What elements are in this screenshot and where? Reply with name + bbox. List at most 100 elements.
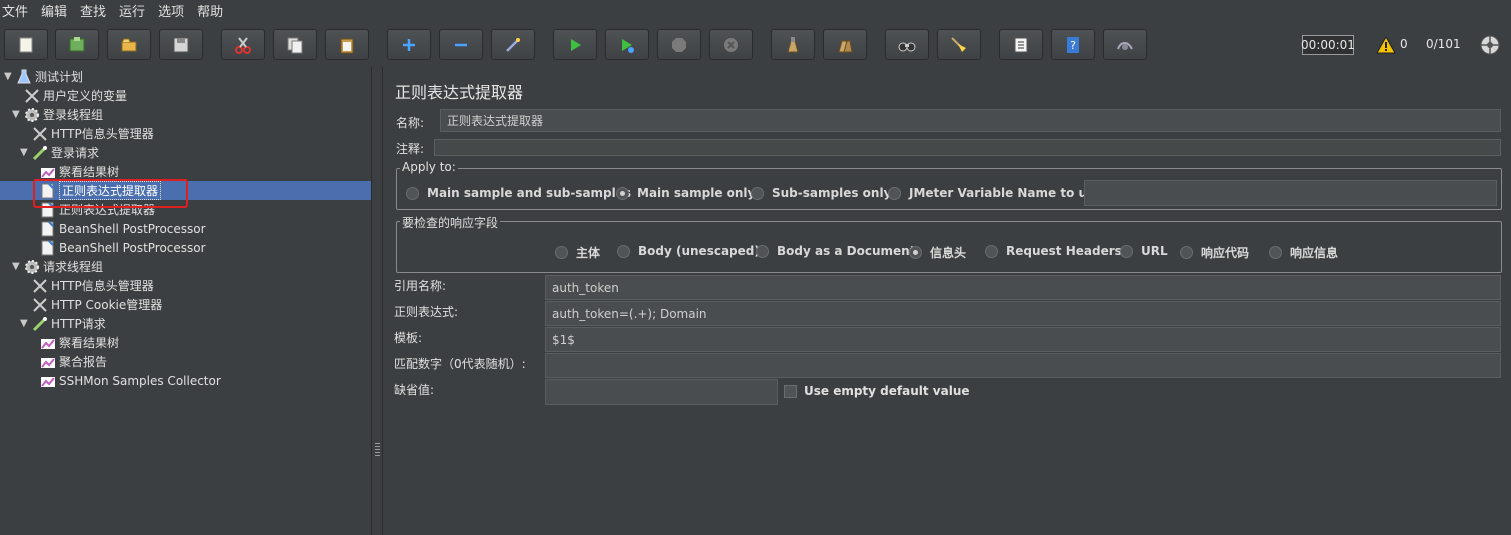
menu-edit[interactable]: 编辑 xyxy=(41,1,67,20)
radio-body-as-document[interactable]: Body as a Document xyxy=(756,244,915,258)
panel-splitter[interactable] xyxy=(371,67,383,535)
use-empty-default-checkbox[interactable] xyxy=(784,385,797,398)
annotation-highlight-box xyxy=(33,179,188,208)
function-helper-button[interactable] xyxy=(999,29,1043,60)
tree-node-results-tree-2[interactable]: 察看结果树 xyxy=(40,333,119,352)
jmeter-var-field[interactable] xyxy=(1084,180,1497,206)
radio-body-unescaped[interactable]: Body (unescaped) xyxy=(617,244,760,258)
radio-response-message[interactable]: 响应信息 xyxy=(1269,244,1338,261)
expand-button[interactable] xyxy=(387,29,431,60)
new-button[interactable] xyxy=(4,29,48,60)
tree-node-user-vars[interactable]: 用户定义的变量 xyxy=(24,86,127,105)
tree-node-beanshell-1[interactable]: BeanShell PostProcessor xyxy=(40,219,206,238)
remote-button[interactable] xyxy=(1103,29,1147,60)
tree-node-label: BeanShell PostProcessor xyxy=(59,221,206,236)
regex-field[interactable]: auth_token=(.+); Domain xyxy=(545,301,1501,326)
listener-icon xyxy=(41,338,55,349)
splitter-grip-icon[interactable] xyxy=(375,443,380,457)
template-label: 模板: xyxy=(394,331,423,345)
start-button[interactable] xyxy=(553,29,597,60)
radio-dot-icon xyxy=(406,186,419,200)
tree-node-cookie-manager[interactable]: HTTP Cookie管理器 xyxy=(32,295,162,314)
expand-toggle-icon[interactable]: ▼ xyxy=(20,147,30,158)
listener-icon xyxy=(41,167,55,178)
default-value-field[interactable] xyxy=(545,379,778,405)
radio-dot-icon xyxy=(1120,244,1133,258)
tree-node-http-header-manager-2[interactable]: HTTP信息头管理器 xyxy=(32,276,154,295)
shutdown-icon xyxy=(724,37,738,52)
toggle-button[interactable] xyxy=(491,29,535,60)
warning-icon[interactable] xyxy=(1376,36,1396,54)
menu-help[interactable]: 帮助 xyxy=(197,1,223,20)
paste-button[interactable] xyxy=(325,29,369,60)
clear-all-button[interactable] xyxy=(823,29,867,60)
match-no-field[interactable] xyxy=(545,353,1501,378)
paste-icon xyxy=(340,38,354,53)
ref-name-field[interactable]: auth_token xyxy=(545,275,1501,300)
tree-node-label: SSHMon Samples Collector xyxy=(59,373,221,388)
radio-label: JMeter Variable Name to use xyxy=(909,186,1103,200)
radio-headers[interactable]: 信息头 xyxy=(909,244,966,261)
radio-request-headers[interactable]: Request Headers xyxy=(985,244,1122,258)
radio-dot-icon xyxy=(909,246,922,259)
help-button[interactable]: ? xyxy=(1051,29,1095,60)
tree-node-label: 察看结果树 xyxy=(59,165,120,179)
templates-button[interactable] xyxy=(55,29,99,60)
tree-node-login-thread-group[interactable]: ▼ 登录线程组 xyxy=(12,105,103,124)
reset-search-button[interactable] xyxy=(937,29,981,60)
tree-node-label: HTTP Cookie管理器 xyxy=(51,298,163,312)
menu-search[interactable]: 查找 xyxy=(80,1,106,20)
test-plan-icon xyxy=(17,69,31,83)
template-field[interactable]: $1$ xyxy=(545,327,1501,352)
stop-icon xyxy=(672,37,686,52)
tree-node-label: 测试计划 xyxy=(35,70,84,84)
copy-button[interactable] xyxy=(273,29,317,60)
clear-button[interactable] xyxy=(771,29,815,60)
collapse-button[interactable] xyxy=(439,29,483,60)
name-field[interactable]: 正则表达式提取器 xyxy=(440,109,1501,132)
radio-label: Body (unescaped) xyxy=(638,244,760,258)
tree-node-test-plan[interactable]: ▼ 测试计划 xyxy=(4,67,83,86)
menu-file[interactable]: 文件 xyxy=(2,1,28,20)
stop-button[interactable] xyxy=(657,29,701,60)
clear-all-icon xyxy=(838,40,853,52)
name-label: 名称: xyxy=(396,116,425,130)
menu-options[interactable]: 选项 xyxy=(158,1,184,20)
start-no-pause-button[interactable] xyxy=(605,29,649,60)
radio-body[interactable]: 主体 xyxy=(555,244,600,261)
radio-dot-icon xyxy=(616,186,629,200)
expand-toggle-icon[interactable]: ▼ xyxy=(12,261,22,272)
expand-toggle-icon[interactable]: ▼ xyxy=(20,318,30,329)
radio-url[interactable]: URL xyxy=(1120,244,1168,258)
tree-node-sshmon-collector[interactable]: SSHMon Samples Collector xyxy=(40,371,221,390)
search-button[interactable] xyxy=(885,29,929,60)
tree-node-label: 聚合报告 xyxy=(59,355,108,369)
cut-button[interactable] xyxy=(221,29,265,60)
menu-run[interactable]: 运行 xyxy=(119,1,145,20)
tree-node-beanshell-2[interactable]: BeanShell PostProcessor xyxy=(40,238,206,257)
shutdown-button[interactable] xyxy=(709,29,753,60)
thread-group-icon xyxy=(25,259,39,274)
tree-node-label: HTTP信息头管理器 xyxy=(51,279,154,293)
open-button[interactable] xyxy=(107,29,151,60)
tree-node-login-request[interactable]: ▼ 登录请求 xyxy=(20,143,99,162)
test-plan-tree: ▼ 测试计划 用户定义的变量 ▼ 登录线程组 HTTP信息头管理器 ▼ 登录请求… xyxy=(0,67,371,535)
tree-node-request-thread-group[interactable]: ▼ 请求线程组 xyxy=(12,257,103,276)
radio-jmeter-var[interactable]: JMeter Variable Name to use xyxy=(888,186,1102,200)
tree-node-http-request[interactable]: ▼ HTTP请求 xyxy=(20,314,106,333)
radio-dot-icon xyxy=(756,244,769,258)
tree-node-http-header-manager[interactable]: HTTP信息头管理器 xyxy=(32,124,154,143)
radio-response-code[interactable]: 响应代码 xyxy=(1180,244,1249,261)
comment-field[interactable] xyxy=(434,139,1501,156)
radio-dot-icon xyxy=(751,186,764,200)
radio-main-and-sub[interactable]: Main sample and sub-samples xyxy=(406,186,631,200)
postprocessor-icon xyxy=(41,239,54,255)
save-button[interactable] xyxy=(159,29,203,60)
tree-node-aggregate-report[interactable]: 聚合报告 xyxy=(40,352,107,371)
expand-toggle-icon[interactable]: ▼ xyxy=(4,71,14,82)
radio-sub-only[interactable]: Sub-samples only xyxy=(751,186,891,200)
comment-label: 注释: xyxy=(396,142,425,156)
expand-toggle-icon[interactable]: ▼ xyxy=(12,109,22,120)
new-icon xyxy=(19,37,33,52)
radio-main-only[interactable]: Main sample only xyxy=(616,186,755,200)
